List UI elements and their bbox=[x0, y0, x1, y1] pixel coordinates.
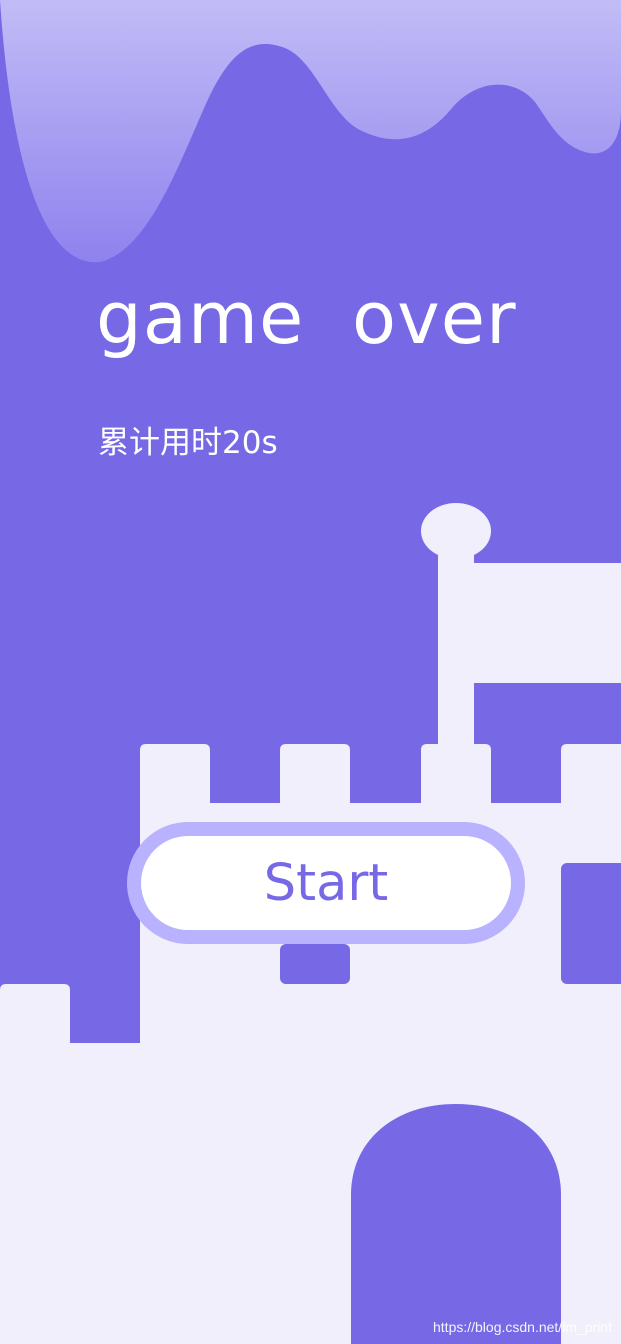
flag-pole bbox=[438, 540, 474, 745]
background-scene bbox=[0, 0, 621, 1344]
castle-notch-right bbox=[561, 863, 621, 984]
flag bbox=[474, 563, 621, 683]
watermark: https://blog.csdn.net/lm_print bbox=[433, 1319, 612, 1335]
start-button-label: Start bbox=[263, 853, 389, 913]
top-wave bbox=[0, 0, 621, 263]
castle-door bbox=[351, 1104, 561, 1344]
start-button[interactable]: Start bbox=[127, 822, 525, 944]
elapsed-time-text: 累计用时20s bbox=[98, 425, 278, 461]
flag-pole-knob bbox=[421, 503, 491, 559]
castle-notch-middle bbox=[280, 944, 350, 984]
game-over-title: game over bbox=[96, 276, 517, 360]
